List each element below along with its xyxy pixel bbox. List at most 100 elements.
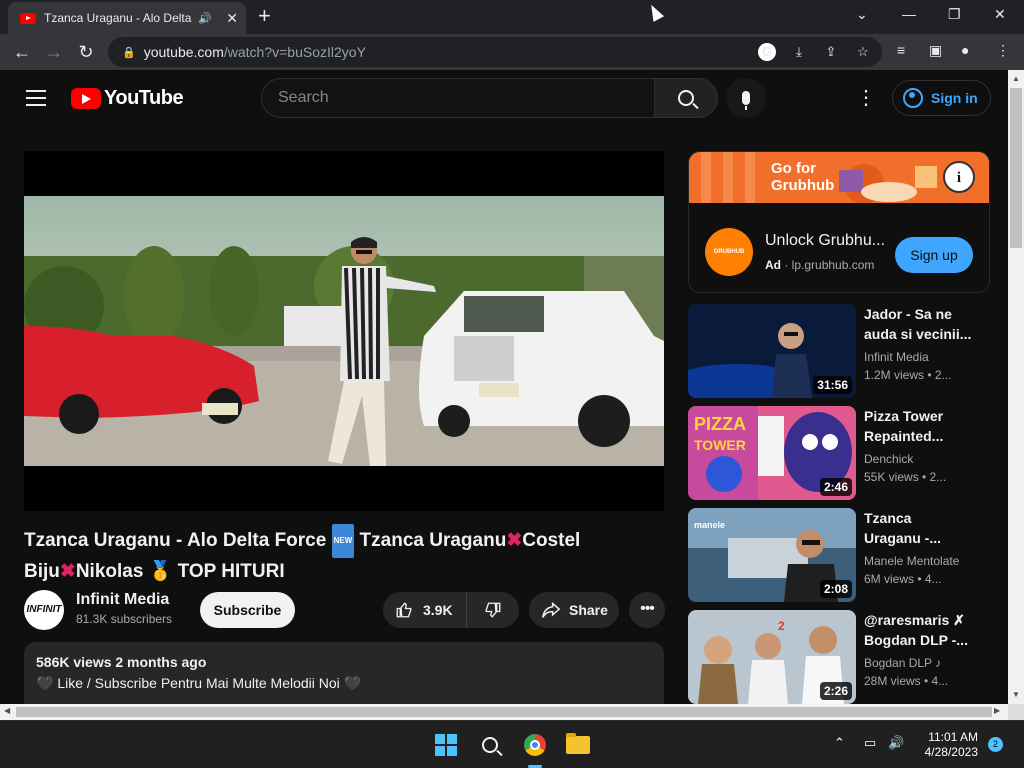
advertiser-logo[interactable]: GRUBHUB bbox=[705, 228, 753, 276]
recommended-channel[interactable]: Denchick bbox=[864, 452, 913, 466]
thumbs-down-icon bbox=[485, 602, 501, 618]
voice-search-button[interactable] bbox=[726, 78, 766, 118]
vertical-scrollbar[interactable]: ▲ ▼ bbox=[1008, 70, 1024, 704]
svg-text:2: 2 bbox=[778, 619, 785, 633]
youtube-logo[interactable]: YouTube bbox=[71, 87, 184, 110]
settings-more-icon[interactable]: ⋮ bbox=[856, 88, 876, 108]
search-input[interactable] bbox=[262, 79, 654, 117]
window-close-button[interactable]: ✕ bbox=[994, 6, 1006, 23]
ad-banner-image[interactable]: Go for Grubhub i bbox=[689, 152, 989, 203]
youtube-wordmark: YouTube bbox=[104, 87, 184, 109]
browser-toolbar: ← → ↻ 🔒 youtube.com/watch?v=buSozIl2yoY … bbox=[0, 34, 1024, 70]
youtube-page: YouTube ⋮ Sign in bbox=[0, 70, 1008, 704]
scroll-up-icon[interactable]: ▲ bbox=[1012, 74, 1020, 83]
address-bar[interactable]: 🔒 youtube.com/watch?v=buSozIl2yoY G ⤓ ⇪ … bbox=[108, 37, 882, 67]
system-clock[interactable]: 11:01 AM 4/28/2023 bbox=[918, 730, 978, 760]
ad-signup-button[interactable]: Sign up bbox=[895, 237, 973, 273]
recommended-title-line: Jador - Sa ne bbox=[864, 306, 952, 322]
taskbar-file-explorer-button[interactable] bbox=[562, 729, 594, 761]
dislike-button[interactable] bbox=[467, 592, 519, 628]
more-actions-button[interactable]: ••• bbox=[629, 592, 665, 628]
share-button[interactable]: Share bbox=[529, 592, 619, 628]
recommended-video[interactable]: 31:56 Jador - Sa ne auda si vecinii... I… bbox=[688, 304, 998, 398]
scroll-right-icon[interactable]: ▶ bbox=[994, 706, 1000, 715]
recommended-title[interactable]: Tzanca Uraganu -... bbox=[864, 508, 988, 548]
network-icon[interactable]: ▭ bbox=[864, 735, 876, 751]
audio-playing-icon[interactable]: 🔊 bbox=[198, 12, 212, 25]
youtube-favicon-icon bbox=[20, 12, 36, 24]
description-box[interactable]: 586K views 2 months ago 🖤 Like / Subscri… bbox=[24, 642, 664, 704]
recommended-title[interactable]: Jador - Sa ne auda si vecinii... bbox=[864, 304, 988, 344]
video-player[interactable] bbox=[24, 151, 664, 511]
recommended-video[interactable]: manele 2:08 Tzanca Uraganu -... Manele M… bbox=[688, 508, 998, 602]
search-button[interactable] bbox=[654, 78, 718, 118]
video-thumbnail[interactable]: PIZZA TOWER 2:46 bbox=[688, 406, 856, 500]
chrome-icon bbox=[524, 734, 546, 756]
subscriber-count: 81.3K subscribers bbox=[76, 612, 173, 626]
show-hidden-icons-chevron-icon[interactable]: ⌃ bbox=[834, 735, 845, 751]
media-controls-icon[interactable]: ≡ bbox=[897, 42, 905, 58]
start-button[interactable] bbox=[430, 729, 462, 761]
video-thumbnail[interactable]: 2 2:26 bbox=[688, 610, 856, 704]
ad-banner-line: Grubhub bbox=[771, 177, 835, 194]
tab-close-icon[interactable]: ✕ bbox=[226, 10, 238, 27]
browser-tab-active[interactable]: Tzanca Uraganu - Alo Delta F 🔊 ✕ bbox=[8, 2, 246, 34]
reload-button[interactable]: ↻ bbox=[74, 40, 98, 64]
like-button[interactable]: 3.9K bbox=[383, 592, 467, 628]
sidebar-ad[interactable]: Go for Grubhub i GRUBHUB Unlock Grubhu..… bbox=[688, 151, 990, 293]
tab-search-chevron-icon[interactable]: ⌄ bbox=[856, 6, 868, 23]
profile-icon[interactable]: ● bbox=[961, 42, 969, 58]
lock-icon[interactable]: 🔒 bbox=[122, 46, 136, 59]
thumbs-up-icon bbox=[396, 602, 412, 618]
subscribe-button[interactable]: Subscribe bbox=[200, 592, 295, 628]
cross-mark-icon: ✖ bbox=[506, 530, 523, 552]
ad-banner-text: Go for Grubhub bbox=[771, 160, 834, 194]
windows-taskbar: ⌃ ▭ 🔊 11:01 AM 4/28/2023 2 bbox=[0, 720, 1024, 768]
scroll-left-icon[interactable]: ◀ bbox=[4, 706, 10, 715]
restore-button[interactable]: ❐ bbox=[948, 6, 961, 23]
video-title-part: Tzanca Uraganu - Alo Delta Force bbox=[24, 530, 327, 552]
forward-button[interactable]: → bbox=[42, 40, 66, 64]
recommended-video[interactable]: 2 2:26 @raresmaris ✗ Bogdan DLP -... Bog… bbox=[688, 610, 998, 704]
taskbar-chrome-button[interactable] bbox=[519, 729, 551, 761]
ad-badge: Ad bbox=[765, 258, 781, 272]
side-panel-icon[interactable]: ▣ bbox=[929, 42, 942, 59]
install-app-icon[interactable]: ⤓ bbox=[790, 43, 808, 61]
notification-badge[interactable]: 2 bbox=[988, 737, 1003, 752]
video-thumbnail[interactable]: manele 2:08 bbox=[688, 508, 856, 602]
channel-avatar[interactable]: INFINIT bbox=[24, 590, 64, 630]
cross-mark-icon: ✖ bbox=[59, 561, 76, 582]
recommended-title[interactable]: Pizza Tower Repainted... bbox=[864, 406, 988, 446]
recommended-title-line: Bogdan DLP -... bbox=[864, 632, 968, 648]
sign-in-button[interactable]: Sign in bbox=[892, 80, 991, 116]
recommended-meta: 1.2M views • 2... bbox=[864, 368, 952, 382]
new-badge-icon: NEW bbox=[331, 524, 355, 558]
scroll-down-icon[interactable]: ▼ bbox=[1012, 690, 1020, 699]
recommended-channel[interactable]: Manele Mentolate bbox=[864, 554, 959, 568]
video-thumbnail[interactable]: 31:56 bbox=[688, 304, 856, 398]
taskbar-search-button[interactable] bbox=[474, 729, 506, 761]
share-label: Share bbox=[569, 602, 608, 618]
back-button[interactable]: ← bbox=[10, 40, 34, 64]
video-duration: 2:26 bbox=[819, 682, 852, 700]
new-tab-button[interactable]: + bbox=[258, 4, 271, 28]
recommended-channel[interactable]: Bogdan DLP ♪ bbox=[864, 656, 941, 670]
google-lens-icon[interactable]: G bbox=[758, 43, 776, 61]
horizontal-scrollbar[interactable]: ◀ ▶ bbox=[0, 704, 1008, 720]
vertical-scroll-thumb[interactable] bbox=[1010, 88, 1022, 248]
recommended-title[interactable]: @raresmaris ✗ Bogdan DLP -... bbox=[864, 610, 988, 650]
ad-title[interactable]: Unlock Grubhu... bbox=[765, 232, 885, 250]
horizontal-scroll-thumb[interactable] bbox=[16, 707, 992, 717]
minimize-button[interactable]: — bbox=[902, 6, 916, 22]
bookmark-star-icon[interactable]: ☆ bbox=[854, 43, 872, 61]
volume-icon[interactable]: 🔊 bbox=[888, 735, 904, 751]
recommended-channel[interactable]: Infinit Media bbox=[864, 350, 929, 364]
share-page-icon[interactable]: ⇪ bbox=[822, 43, 840, 61]
browser-menu-icon[interactable]: ⋮ bbox=[996, 42, 1010, 59]
guide-menu-icon[interactable] bbox=[26, 90, 46, 106]
scrollbar-corner bbox=[1008, 704, 1024, 720]
ad-info-icon[interactable]: i bbox=[943, 161, 975, 193]
recommended-video[interactable]: PIZZA TOWER 2:46 Pizza Tower Repainted..… bbox=[688, 406, 998, 500]
browser-tabstrip: Tzanca Uraganu - Alo Delta F 🔊 ✕ + ⌄ — ❐… bbox=[0, 0, 1024, 34]
channel-name[interactable]: Infinit Media bbox=[76, 591, 169, 609]
